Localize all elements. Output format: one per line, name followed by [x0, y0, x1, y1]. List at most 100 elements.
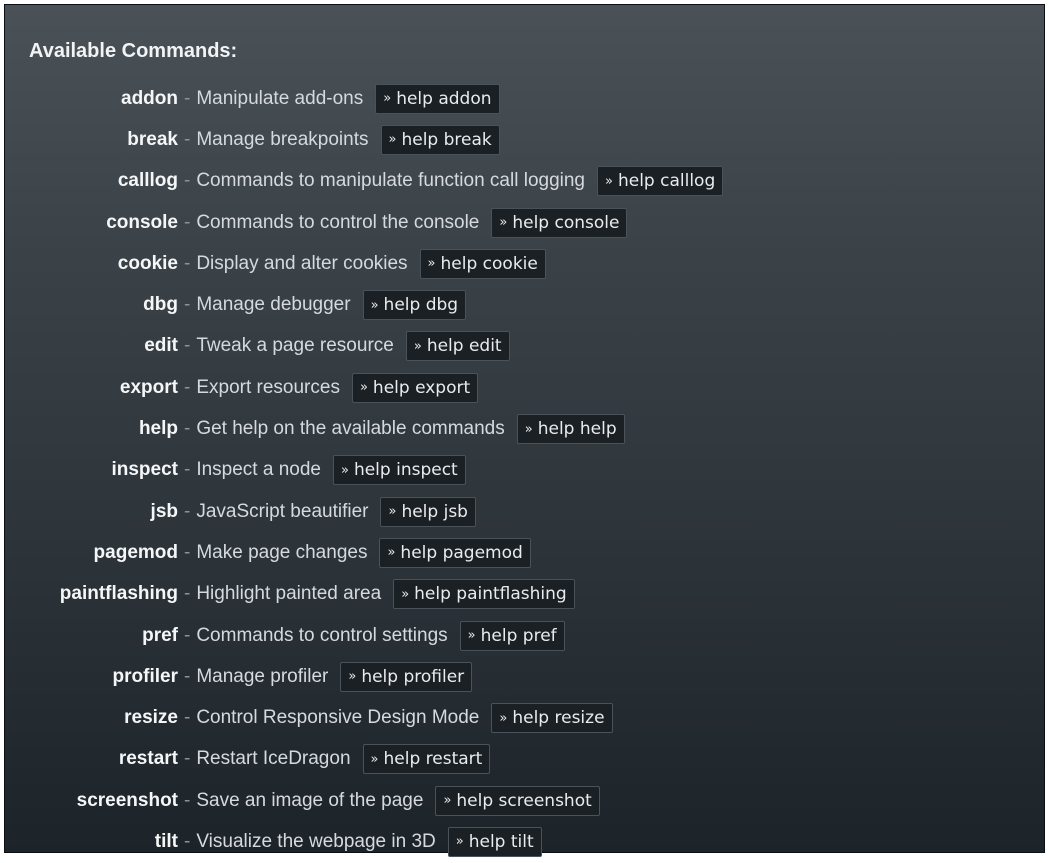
- command-row-jsb: jsb - JavaScript beautifier » help jsb: [5, 491, 1044, 532]
- help-button-label: help export: [372, 377, 471, 398]
- help-button-label: help dbg: [383, 295, 459, 316]
- command-name: jsb: [150, 500, 178, 522]
- separator-dash: -: [184, 830, 191, 852]
- command-name: calllog: [117, 170, 178, 192]
- help-pagemod-button[interactable]: » help pagemod: [379, 537, 531, 568]
- command-row-screenshot: screenshot - Save an image of the page » hel…: [5, 780, 1044, 821]
- command-list: addon - Manipulate add-ons » help addon break…: [5, 78, 1044, 863]
- help-button-label: help break: [401, 129, 492, 150]
- separator-dash: -: [184, 583, 191, 605]
- command-description: Commands to control settings: [196, 624, 448, 646]
- command-name: export: [119, 376, 178, 398]
- command-name: pref: [142, 624, 178, 646]
- separator-dash: -: [184, 335, 191, 357]
- help-screenshot-button[interactable]: » help screenshot: [435, 785, 600, 816]
- help-help-button[interactable]: » help help: [516, 414, 625, 445]
- double-chevron-right-icon: »: [340, 462, 349, 478]
- command-description: Manipulate add-ons: [196, 87, 364, 109]
- help-pref-button[interactable]: » help pref: [459, 620, 565, 651]
- command-name: inspect: [111, 459, 178, 481]
- command-row-inspect: inspect - Inspect a node » help inspect: [5, 450, 1044, 491]
- separator-dash: -: [184, 500, 191, 522]
- command-description: Highlight painted area: [196, 583, 382, 605]
- help-addon-button[interactable]: » help addon: [375, 83, 500, 114]
- double-chevron-right-icon: »: [443, 793, 452, 809]
- help-export-button[interactable]: » help export: [351, 372, 479, 403]
- command-description: Commands to control the console: [196, 211, 480, 233]
- help-break-button[interactable]: » help break: [380, 124, 500, 155]
- command-row-break: break - Manage breakpoints » help break: [5, 119, 1044, 160]
- separator-dash: -: [184, 294, 191, 316]
- help-jsb-button[interactable]: » help jsb: [380, 496, 476, 527]
- help-button-label: help cookie: [440, 253, 538, 274]
- help-resize-button[interactable]: » help resize: [491, 703, 613, 734]
- separator-dash: -: [184, 170, 191, 192]
- double-chevron-right-icon: »: [499, 710, 508, 726]
- command-name: console: [106, 211, 178, 233]
- help-console-button[interactable]: » help console: [491, 207, 628, 238]
- command-description: Manage debugger: [196, 294, 351, 316]
- command-row-help: help - Get help on the available commands »…: [5, 408, 1044, 449]
- command-name: addon: [121, 87, 178, 109]
- command-description: Commands to manipulate function call log…: [196, 170, 585, 192]
- help-cookie-button[interactable]: » help cookie: [419, 248, 546, 279]
- help-paintflashing-button[interactable]: » help paintflashing: [393, 579, 575, 610]
- command-row-restart: restart - Restart IceDragon » help restart: [5, 739, 1044, 780]
- separator-dash: -: [184, 748, 191, 770]
- separator-dash: -: [184, 707, 191, 729]
- command-description: Get help on the available commands: [196, 418, 505, 440]
- double-chevron-right-icon: »: [427, 256, 436, 272]
- separator-dash: -: [184, 665, 191, 687]
- separator-dash: -: [184, 624, 191, 646]
- command-name: paintflashing: [59, 583, 178, 605]
- double-chevron-right-icon: »: [388, 132, 397, 148]
- help-dbg-button[interactable]: » help dbg: [362, 290, 467, 321]
- command-name: resize: [124, 707, 178, 729]
- double-chevron-right-icon: »: [370, 297, 379, 313]
- separator-dash: -: [184, 541, 191, 563]
- help-button-label: help pagemod: [400, 542, 523, 563]
- help-calllog-button[interactable]: » help calllog: [597, 166, 724, 197]
- command-description: Manage profiler: [196, 665, 329, 687]
- help-button-label: help pref: [480, 625, 557, 646]
- double-chevron-right-icon: »: [413, 338, 422, 354]
- command-description: Inspect a node: [196, 459, 321, 481]
- command-name: tilt: [154, 830, 178, 852]
- command-name: help: [138, 418, 178, 440]
- command-row-profiler: profiler - Manage profiler » help profiler: [5, 656, 1044, 697]
- double-chevron-right-icon: »: [383, 91, 392, 107]
- double-chevron-right-icon: »: [370, 751, 379, 767]
- help-button-label: help resize: [512, 708, 605, 729]
- help-button-label: help profiler: [361, 666, 465, 687]
- help-button-label: help tilt: [468, 831, 534, 852]
- help-tilt-button[interactable]: » help tilt: [447, 826, 542, 857]
- help-button-label: help help: [537, 419, 617, 440]
- command-name: pagemod: [93, 541, 178, 563]
- command-name: screenshot: [76, 789, 178, 811]
- help-profiler-button[interactable]: » help profiler: [340, 661, 473, 692]
- command-row-pagemod: pagemod - Make page changes » help pagemod: [5, 532, 1044, 573]
- command-help-panel: Available Commands: addon - Manipulate add…: [4, 4, 1045, 857]
- command-row-paintflashing: paintflashing - Highlight painted area » hel…: [5, 574, 1044, 615]
- help-restart-button[interactable]: » help restart: [362, 744, 491, 775]
- separator-dash: -: [184, 418, 191, 440]
- command-row-export: export - Export resources » help export: [5, 367, 1044, 408]
- double-chevron-right-icon: »: [387, 545, 396, 561]
- command-description: Tweak a page resource: [196, 335, 394, 357]
- available-commands-heading: Available Commands:: [29, 40, 238, 62]
- double-chevron-right-icon: »: [499, 215, 508, 231]
- command-description: Display and alter cookies: [196, 252, 408, 274]
- command-description: Restart IceDragon: [196, 748, 351, 770]
- separator-dash: -: [184, 211, 191, 233]
- command-name: cookie: [117, 252, 178, 274]
- command-name: profiler: [112, 665, 178, 687]
- command-row-addon: addon - Manipulate add-ons » help addon: [5, 78, 1044, 119]
- double-chevron-right-icon: »: [359, 380, 368, 396]
- help-inspect-button[interactable]: » help inspect: [332, 455, 466, 486]
- command-row-console: console - Commands to control the console »…: [5, 202, 1044, 243]
- separator-dash: -: [184, 376, 191, 398]
- double-chevron-right-icon: »: [605, 173, 613, 189]
- help-edit-button[interactable]: » help edit: [405, 331, 510, 362]
- help-button-label: help calllog: [617, 171, 716, 192]
- command-row-tilt: tilt - Visualize the webpage in 3D » help ti…: [5, 821, 1044, 862]
